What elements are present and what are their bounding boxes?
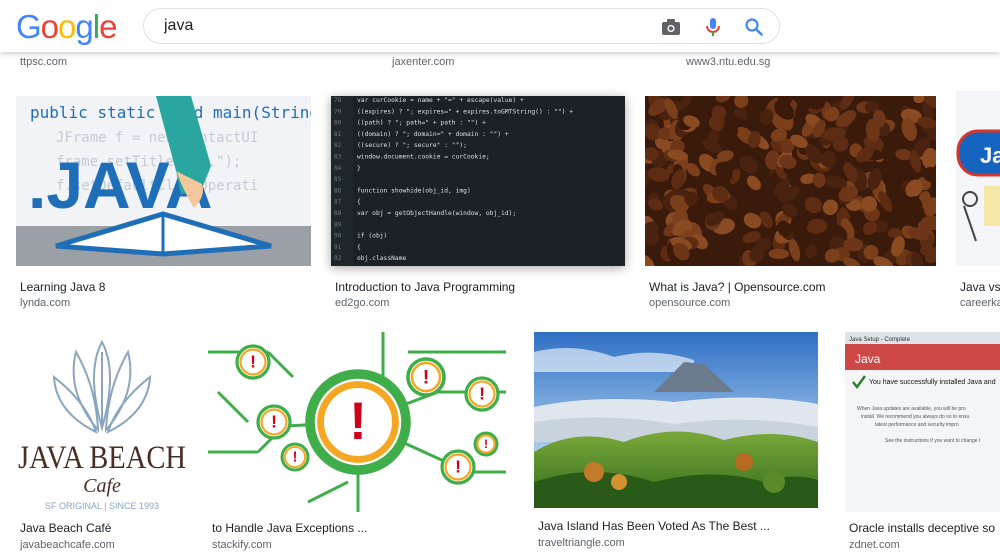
line-number: 87 (334, 199, 342, 206)
code-line: ((secure) ? "; secure" : ""); (357, 142, 467, 149)
svg-text:Cafe: Cafe (83, 475, 121, 497)
line-number: 82 (334, 142, 342, 149)
line-number: 89 (334, 221, 342, 228)
image-title[interactable]: to Handle Java Exceptions ... (212, 521, 506, 535)
logo-letter: g (75, 8, 93, 45)
java-book-image: public static void main(String[ JFrame f… (16, 96, 311, 266)
exclamation-mark: ! (455, 457, 461, 477)
image-title[interactable]: Oracle installs deceptive so (849, 521, 1000, 535)
exceptions-diagram-image: !!!!!!!! (208, 332, 506, 512)
image-thumbnail[interactable]: Ja (956, 91, 1000, 266)
line-number: 81 (334, 131, 342, 138)
svg-text:You have successfully installe: You have successfully installed Java and (869, 379, 996, 386)
code-editor-image: 78 var curCookie = name + "=" + escape(v… (331, 96, 625, 266)
logo-letter: o (58, 8, 76, 45)
exclamation-mark: ! (479, 384, 485, 404)
line-number: 92 (334, 255, 342, 262)
code-line: function showhide(obj_id, img) (357, 187, 471, 194)
code-line: ((expires) ? "; expires=" + expires.toGM… (357, 108, 573, 115)
svg-text:Ja: Ja (980, 143, 1000, 168)
svg-text:Java Setup - Complete: Java Setup - Complete (849, 337, 911, 343)
logo-letter: o (40, 8, 59, 45)
svg-text:Java: Java (855, 352, 881, 366)
exclamation-mark: ! (271, 412, 277, 432)
image-title[interactable]: Introduction to Java Programming (335, 280, 625, 294)
search-box (143, 8, 780, 44)
line-number: 85 (334, 176, 342, 183)
prev-row-source[interactable]: jaxenter.com (392, 56, 454, 68)
exclamation-mark: ! (423, 366, 430, 388)
image-thumbnail[interactable]: !!!!!!!! (208, 332, 506, 512)
image-title[interactable]: Java Beach Café (20, 521, 188, 535)
image-source[interactable]: traveltriangle.com (538, 537, 818, 549)
line-number: 78 (334, 97, 342, 104)
java-island-landscape-image (534, 332, 818, 508)
exclamation-mark: ! (250, 352, 256, 372)
svg-text:When Java updates are availabl: When Java updates are available, you wil… (857, 406, 966, 412)
image-thumbnail[interactable]: Java Setup - Complete Java You have succ… (845, 332, 1000, 512)
microphone-icon[interactable] (701, 15, 725, 39)
code-line: { (357, 199, 361, 206)
code-line: var curCookie = name + "=" + escape(valu… (357, 97, 524, 104)
image-thumbnail[interactable]: 78 var curCookie = name + "=" + escape(v… (331, 96, 625, 266)
image-source[interactable]: opensource.com (649, 297, 936, 309)
search-input[interactable] (164, 15, 644, 37)
line-number: 84 (334, 165, 342, 172)
java-setup-dialog-image: Java Setup - Complete Java You have succ… (845, 332, 1000, 512)
image-source[interactable]: zdnet.com (849, 539, 1000, 551)
line-number: 90 (334, 233, 342, 240)
svg-text:See the instructions if you wa: See the instructions if you want to chan… (885, 438, 981, 444)
image-thumbnail[interactable] (645, 96, 936, 266)
line-number: 88 (334, 210, 342, 217)
image-title[interactable]: Java vs (960, 280, 1000, 294)
code-line: if (obj) (357, 233, 387, 240)
line-number: 80 (334, 120, 342, 127)
google-logo[interactable]: Google (16, 8, 117, 46)
coffee-beans-image (645, 96, 936, 266)
header-bar: Google (0, 0, 1000, 52)
exclamation-mark: ! (349, 392, 367, 451)
prev-row-source[interactable]: www3.ntu.edu.sg (686, 56, 770, 68)
image-source[interactable]: careerka (960, 297, 1000, 309)
image-source[interactable]: stackify.com (212, 539, 506, 551)
line-number: 86 (334, 187, 342, 194)
image-source[interactable]: lynda.com (20, 297, 310, 309)
line-number: 91 (334, 244, 342, 251)
line-number: 83 (334, 154, 342, 161)
code-line: } (357, 165, 361, 172)
svg-text:latest performance and securit: latest performance and security impro (875, 422, 959, 428)
svg-text:install. We recommend you alwa: install. We recommend you always do so t… (861, 414, 970, 420)
line-number: 79 (334, 108, 342, 115)
logo-letter: e (99, 8, 117, 45)
image-thumbnail[interactable]: JAVA BEACH Cafe SF ORIGINAL | SINCE 1993 (16, 332, 188, 512)
svg-text:SF ORIGINAL | SINCE 1993: SF ORIGINAL | SINCE 1993 (45, 501, 159, 511)
image-source[interactable]: javabeachcafe.com (20, 539, 188, 551)
image-thumbnail[interactable] (534, 332, 818, 508)
java-beach-cafe-logo: JAVA BEACH Cafe SF ORIGINAL | SINCE 1993 (16, 332, 188, 512)
code-line: { (357, 244, 361, 251)
code-line: var obj = getObjectHandle(window, obj_id… (357, 210, 516, 217)
code-line: ((path) ? "; path=" + path : "") + (357, 120, 486, 127)
image-title[interactable]: Learning Java 8 (20, 280, 310, 294)
image-thumbnail[interactable]: public static void main(String[ JFrame f… (16, 96, 311, 266)
svg-text:JFrame f = new ContactUI: JFrame f = new ContactUI (56, 130, 258, 146)
svg-text:JAVA BEACH: JAVA BEACH (18, 440, 186, 476)
code-line: obj.className (357, 255, 406, 262)
image-title[interactable]: What is Java? | Opensource.com (649, 280, 936, 294)
code-line: ((domain) ? "; domain=" + domain : "") + (357, 131, 509, 138)
exclamation-mark: ! (484, 437, 488, 451)
camera-icon[interactable] (659, 15, 683, 39)
exclamation-mark: ! (293, 450, 298, 466)
code-line: window.document.cookie = curCookie; (357, 154, 490, 161)
java-vs-image: Ja (956, 91, 1000, 266)
image-source[interactable]: ed2go.com (335, 297, 625, 309)
prev-row-source[interactable]: ttpsc.com (20, 56, 67, 68)
logo-letter: G (16, 8, 42, 45)
search-icon[interactable] (742, 15, 766, 39)
image-title[interactable]: Java Island Has Been Voted As The Best .… (538, 519, 818, 533)
